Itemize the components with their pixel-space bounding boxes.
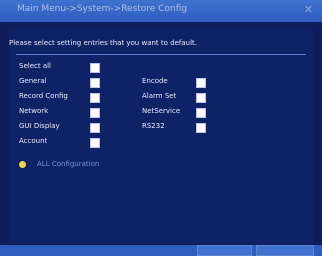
general-checkbox[interactable] — [90, 78, 100, 88]
all-configuration-label[interactable]: ALL Configuration — [37, 160, 99, 168]
gui-display-checkbox[interactable] — [90, 123, 100, 133]
content-panel — [9, 28, 313, 243]
alarm-set-checkbox[interactable] — [196, 93, 206, 103]
account-label: Account — [19, 137, 48, 145]
rs232-label: RS232 — [142, 122, 165, 130]
restore-config-dialog: Main Menu->System->Restore Config ✕ Plea… — [0, 0, 322, 256]
netservice-checkbox[interactable] — [196, 108, 206, 118]
encode-label: Encode — [142, 77, 168, 85]
encode-checkbox[interactable] — [196, 78, 206, 88]
general-label: General — [19, 77, 47, 85]
select-all-checkbox[interactable] — [90, 63, 100, 73]
cancel-button[interactable] — [256, 245, 314, 256]
close-icon[interactable]: ✕ — [304, 4, 313, 16]
title-bar: Main Menu->System->Restore Config ✕ — [0, 0, 322, 22]
record-config-checkbox[interactable] — [90, 93, 100, 103]
select-all-label: Select all — [19, 62, 51, 70]
account-checkbox[interactable] — [90, 138, 100, 148]
separator — [16, 54, 306, 55]
netservice-label: NetService — [142, 107, 181, 115]
network-label: Network — [19, 107, 49, 115]
ok-button[interactable] — [197, 245, 252, 256]
rs232-checkbox[interactable] — [196, 123, 206, 133]
bullet-icon — [19, 161, 26, 168]
network-checkbox[interactable] — [90, 108, 100, 118]
dialog-title: Main Menu->System->Restore Config — [17, 4, 188, 14]
record-config-label: Record Config — [19, 92, 68, 100]
alarm-set-label: Alarm Set — [142, 92, 177, 100]
instruction-text: Please select setting entries that you w… — [9, 39, 198, 47]
gui-display-label: GUI Display — [19, 122, 60, 130]
